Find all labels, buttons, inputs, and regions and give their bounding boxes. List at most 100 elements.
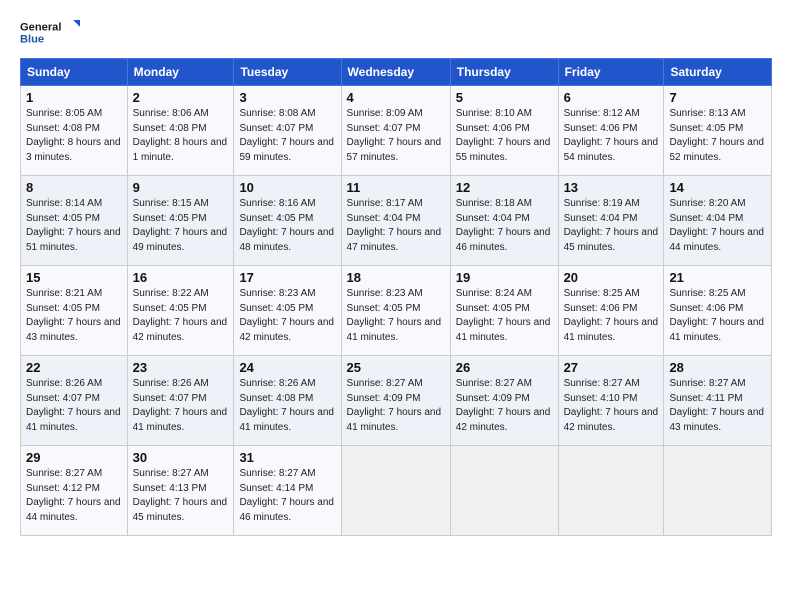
day-number: 7 [669, 90, 766, 105]
day-detail: Sunrise: 8:14 AM Sunset: 4:05 PM Dayligh… [26, 197, 122, 255]
day-detail: Sunrise: 8:27 AM Sunset: 4:13 PM Dayligh… [133, 467, 229, 525]
day-detail: Sunrise: 8:27 AM Sunset: 4:14 PM Dayligh… [239, 467, 335, 525]
calendar-cell: 22 Sunrise: 8:26 AM Sunset: 4:07 PM Dayl… [21, 356, 128, 446]
calendar-cell: 5 Sunrise: 8:10 AM Sunset: 4:06 PM Dayli… [450, 86, 558, 176]
calendar-cell: 3 Sunrise: 8:08 AM Sunset: 4:07 PM Dayli… [234, 86, 341, 176]
day-detail: Sunrise: 8:16 AM Sunset: 4:05 PM Dayligh… [239, 197, 335, 255]
calendar-cell: 17 Sunrise: 8:23 AM Sunset: 4:05 PM Dayl… [234, 266, 341, 356]
day-number: 27 [564, 360, 659, 375]
day-detail: Sunrise: 8:27 AM Sunset: 4:12 PM Dayligh… [26, 467, 122, 525]
day-number: 22 [26, 360, 122, 375]
calendar-cell [558, 446, 664, 536]
day-detail: Sunrise: 8:17 AM Sunset: 4:04 PM Dayligh… [347, 197, 445, 255]
day-detail: Sunrise: 8:13 AM Sunset: 4:05 PM Dayligh… [669, 107, 766, 165]
calendar-cell: 21 Sunrise: 8:25 AM Sunset: 4:06 PM Dayl… [664, 266, 772, 356]
calendar-cell: 10 Sunrise: 8:16 AM Sunset: 4:05 PM Dayl… [234, 176, 341, 266]
calendar-cell: 26 Sunrise: 8:27 AM Sunset: 4:09 PM Dayl… [450, 356, 558, 446]
calendar-cell: 14 Sunrise: 8:20 AM Sunset: 4:04 PM Dayl… [664, 176, 772, 266]
day-detail: Sunrise: 8:25 AM Sunset: 4:06 PM Dayligh… [564, 287, 659, 345]
calendar-cell: 18 Sunrise: 8:23 AM Sunset: 4:05 PM Dayl… [341, 266, 450, 356]
day-detail: Sunrise: 8:08 AM Sunset: 4:07 PM Dayligh… [239, 107, 335, 165]
logo-svg: General Blue [20, 16, 80, 48]
col-header-monday: Monday [127, 59, 234, 86]
day-detail: Sunrise: 8:27 AM Sunset: 4:09 PM Dayligh… [456, 377, 553, 435]
calendar-cell [664, 446, 772, 536]
calendar-cell: 30 Sunrise: 8:27 AM Sunset: 4:13 PM Dayl… [127, 446, 234, 536]
day-number: 13 [564, 180, 659, 195]
col-header-sunday: Sunday [21, 59, 128, 86]
calendar-cell: 20 Sunrise: 8:25 AM Sunset: 4:06 PM Dayl… [558, 266, 664, 356]
day-detail: Sunrise: 8:22 AM Sunset: 4:05 PM Dayligh… [133, 287, 229, 345]
calendar-cell: 31 Sunrise: 8:27 AM Sunset: 4:14 PM Dayl… [234, 446, 341, 536]
day-number: 24 [239, 360, 335, 375]
day-number: 3 [239, 90, 335, 105]
svg-text:Blue: Blue [20, 33, 44, 45]
day-detail: Sunrise: 8:23 AM Sunset: 4:05 PM Dayligh… [239, 287, 335, 345]
day-detail: Sunrise: 8:21 AM Sunset: 4:05 PM Dayligh… [26, 287, 122, 345]
calendar-cell: 12 Sunrise: 8:18 AM Sunset: 4:04 PM Dayl… [450, 176, 558, 266]
day-detail: Sunrise: 8:25 AM Sunset: 4:06 PM Dayligh… [669, 287, 766, 345]
calendar-cell: 9 Sunrise: 8:15 AM Sunset: 4:05 PM Dayli… [127, 176, 234, 266]
day-number: 15 [26, 270, 122, 285]
calendar-cell: 6 Sunrise: 8:12 AM Sunset: 4:06 PM Dayli… [558, 86, 664, 176]
day-number: 20 [564, 270, 659, 285]
calendar-week-1: 1 Sunrise: 8:05 AM Sunset: 4:08 PM Dayli… [21, 86, 772, 176]
calendar-cell: 24 Sunrise: 8:26 AM Sunset: 4:08 PM Dayl… [234, 356, 341, 446]
day-detail: Sunrise: 8:20 AM Sunset: 4:04 PM Dayligh… [669, 197, 766, 255]
day-detail: Sunrise: 8:15 AM Sunset: 4:05 PM Dayligh… [133, 197, 229, 255]
calendar-cell: 4 Sunrise: 8:09 AM Sunset: 4:07 PM Dayli… [341, 86, 450, 176]
calendar-cell [341, 446, 450, 536]
svg-text:General: General [20, 21, 61, 33]
col-header-saturday: Saturday [664, 59, 772, 86]
day-number: 10 [239, 180, 335, 195]
day-number: 9 [133, 180, 229, 195]
day-number: 18 [347, 270, 445, 285]
day-number: 1 [26, 90, 122, 105]
calendar-week-5: 29 Sunrise: 8:27 AM Sunset: 4:12 PM Dayl… [21, 446, 772, 536]
calendar-table: SundayMondayTuesdayWednesdayThursdayFrid… [20, 58, 772, 536]
day-detail: Sunrise: 8:09 AM Sunset: 4:07 PM Dayligh… [347, 107, 445, 165]
day-detail: Sunrise: 8:26 AM Sunset: 4:07 PM Dayligh… [133, 377, 229, 435]
calendar-cell: 2 Sunrise: 8:06 AM Sunset: 4:08 PM Dayli… [127, 86, 234, 176]
calendar-cell: 28 Sunrise: 8:27 AM Sunset: 4:11 PM Dayl… [664, 356, 772, 446]
day-detail: Sunrise: 8:27 AM Sunset: 4:11 PM Dayligh… [669, 377, 766, 435]
calendar-week-2: 8 Sunrise: 8:14 AM Sunset: 4:05 PM Dayli… [21, 176, 772, 266]
day-detail: Sunrise: 8:10 AM Sunset: 4:06 PM Dayligh… [456, 107, 553, 165]
col-header-thursday: Thursday [450, 59, 558, 86]
day-detail: Sunrise: 8:12 AM Sunset: 4:06 PM Dayligh… [564, 107, 659, 165]
calendar-cell: 29 Sunrise: 8:27 AM Sunset: 4:12 PM Dayl… [21, 446, 128, 536]
day-detail: Sunrise: 8:06 AM Sunset: 4:08 PM Dayligh… [133, 107, 229, 165]
calendar-cell: 19 Sunrise: 8:24 AM Sunset: 4:05 PM Dayl… [450, 266, 558, 356]
day-number: 19 [456, 270, 553, 285]
calendar-cell: 16 Sunrise: 8:22 AM Sunset: 4:05 PM Dayl… [127, 266, 234, 356]
col-header-wednesday: Wednesday [341, 59, 450, 86]
calendar-cell: 27 Sunrise: 8:27 AM Sunset: 4:10 PM Dayl… [558, 356, 664, 446]
calendar-cell: 25 Sunrise: 8:27 AM Sunset: 4:09 PM Dayl… [341, 356, 450, 446]
day-number: 31 [239, 450, 335, 465]
col-header-tuesday: Tuesday [234, 59, 341, 86]
logo: General Blue [20, 16, 80, 48]
day-number: 2 [133, 90, 229, 105]
day-number: 26 [456, 360, 553, 375]
calendar-cell: 23 Sunrise: 8:26 AM Sunset: 4:07 PM Dayl… [127, 356, 234, 446]
page-header: General Blue [20, 16, 772, 48]
day-detail: Sunrise: 8:19 AM Sunset: 4:04 PM Dayligh… [564, 197, 659, 255]
day-detail: Sunrise: 8:26 AM Sunset: 4:07 PM Dayligh… [26, 377, 122, 435]
calendar-cell: 1 Sunrise: 8:05 AM Sunset: 4:08 PM Dayli… [21, 86, 128, 176]
day-number: 30 [133, 450, 229, 465]
day-detail: Sunrise: 8:18 AM Sunset: 4:04 PM Dayligh… [456, 197, 553, 255]
day-number: 14 [669, 180, 766, 195]
col-header-friday: Friday [558, 59, 664, 86]
day-number: 4 [347, 90, 445, 105]
day-number: 5 [456, 90, 553, 105]
day-number: 23 [133, 360, 229, 375]
day-detail: Sunrise: 8:24 AM Sunset: 4:05 PM Dayligh… [456, 287, 553, 345]
day-detail: Sunrise: 8:05 AM Sunset: 4:08 PM Dayligh… [26, 107, 122, 165]
day-number: 21 [669, 270, 766, 285]
calendar-cell: 13 Sunrise: 8:19 AM Sunset: 4:04 PM Dayl… [558, 176, 664, 266]
calendar-header-row: SundayMondayTuesdayWednesdayThursdayFrid… [21, 59, 772, 86]
day-number: 8 [26, 180, 122, 195]
calendar-week-3: 15 Sunrise: 8:21 AM Sunset: 4:05 PM Dayl… [21, 266, 772, 356]
day-detail: Sunrise: 8:23 AM Sunset: 4:05 PM Dayligh… [347, 287, 445, 345]
day-detail: Sunrise: 8:27 AM Sunset: 4:09 PM Dayligh… [347, 377, 445, 435]
